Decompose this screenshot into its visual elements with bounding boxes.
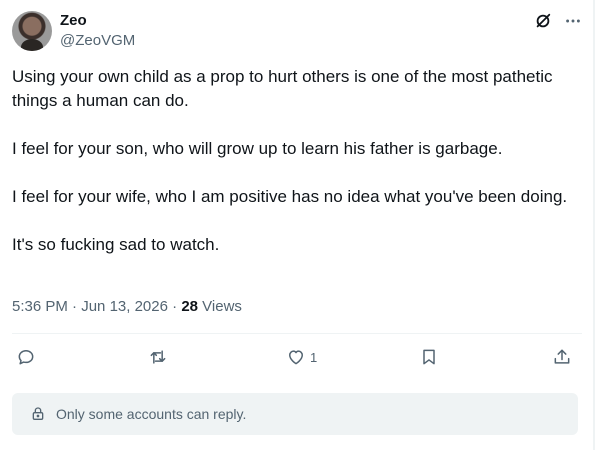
author-display-name[interactable]: Zeo — [60, 12, 87, 30]
tweet-paragraph: I feel for your wife, who I am positive … — [12, 187, 568, 206]
action-bar: 1 — [12, 344, 582, 370]
bookmark-icon — [423, 349, 435, 365]
tweet-paragraph: I feel for your son, who will grow up to… — [12, 139, 503, 158]
reply-restriction-banner: Only some accounts can reply. — [12, 393, 578, 435]
header-actions — [534, 11, 582, 31]
like-icon — [289, 350, 303, 365]
tweet-paragraph: Using your own child as a prop to hurt o… — [12, 67, 553, 110]
like-button[interactable]: 1 — [286, 344, 317, 370]
repost-button[interactable] — [148, 344, 172, 370]
tweet-paragraph: It's so fucking sad to watch. — [12, 235, 220, 254]
tweet-date[interactable]: Jun 13, 2026 — [81, 298, 168, 315]
lock-icon — [32, 407, 44, 420]
tweet-time[interactable]: 5:36 PM — [12, 298, 68, 315]
views-label: Views — [198, 298, 242, 315]
share-icon — [554, 349, 570, 364]
meta-separator: · — [167, 298, 182, 315]
repost-icon — [150, 350, 166, 364]
views-count[interactable]: 28 — [181, 298, 198, 315]
bookmark-button[interactable] — [419, 344, 443, 370]
author-handle[interactable]: @ZeoVGM — [60, 32, 135, 50]
divider — [12, 333, 582, 334]
grok-icon[interactable] — [534, 12, 552, 30]
reply-icon — [18, 350, 34, 365]
tweet-meta: 5:36 PM · Jun 13, 2026 · 28 Views — [12, 297, 242, 317]
meta-separator: · — [67, 298, 82, 315]
reply-restriction-text: Only some accounts can reply. — [56, 406, 247, 422]
more-icon[interactable] — [564, 12, 582, 30]
like-count: 1 — [310, 349, 318, 365]
avatar[interactable] — [12, 11, 52, 51]
reply-button[interactable] — [16, 344, 40, 370]
share-button[interactable] — [552, 344, 572, 370]
tweet-header: Zeo @ZeoVGM — [12, 11, 582, 53]
tweet-text: Using your own child as a prop to hurt o… — [12, 65, 582, 281]
